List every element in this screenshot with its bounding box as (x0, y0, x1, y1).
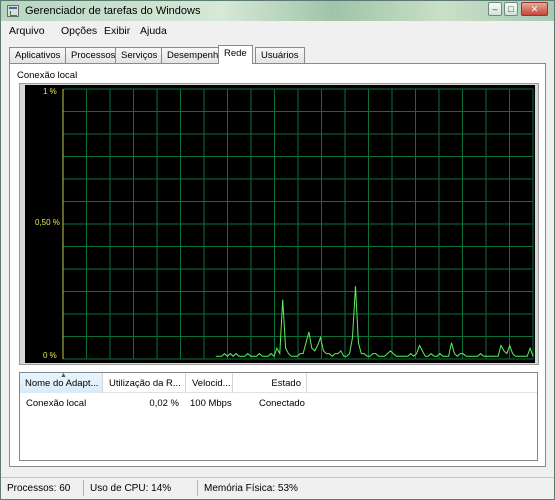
status-memory: Memória Física: 53% (204, 483, 298, 494)
maximize-button[interactable]: □ (504, 2, 518, 16)
status-divider (197, 480, 198, 496)
menu-ajuda[interactable]: Ajuda (140, 25, 167, 37)
column-header-adapter-name[interactable]: ▲ Nome do Adapt... (20, 373, 103, 393)
adapter-state-cell: Conectado (259, 398, 305, 409)
adapter-name-cell: Conexão local (26, 398, 87, 409)
task-manager-icon (7, 5, 19, 17)
tab-servicos[interactable]: Serviços (115, 47, 164, 64)
utilization-series-line (215, 286, 534, 358)
task-manager-window: Gerenciador de tarefas do Windows – □ ✕ … (0, 0, 555, 500)
close-button[interactable]: ✕ (521, 2, 548, 16)
adapter-speed-cell: 100 Mbps (190, 398, 232, 409)
tab-rede[interactable]: Rede (218, 45, 253, 64)
y-axis-label-top: 1 % (43, 87, 57, 96)
status-divider (83, 480, 84, 496)
menu-opcoes[interactable]: Opções (61, 25, 97, 37)
adapter-list[interactable]: ▲ Nome do Adapt... Utilização da R... Ve… (19, 372, 538, 461)
minimize-button[interactable]: – (488, 2, 502, 16)
adapter-list-header: ▲ Nome do Adapt... Utilização da R... Ve… (20, 373, 537, 393)
status-processes: Processos: 60 (7, 483, 71, 494)
y-axis-label-middle: 0,50 % (35, 218, 60, 227)
column-header-state[interactable]: Estado (234, 373, 307, 393)
sort-ascending-icon: ▲ (60, 373, 67, 379)
column-header-adapter-name-label: Nome do Adapt... (25, 378, 99, 389)
network-utilization-chart (62, 88, 534, 360)
status-cpu: Uso de CPU: 14% (90, 483, 172, 494)
status-bar: Processos: 60 Uso de CPU: 14% Memória Fí… (1, 477, 554, 499)
menu-arquivo[interactable]: Arquivo (9, 25, 45, 37)
tab-aplicativos[interactable]: Aplicativos (9, 47, 67, 64)
network-utilization-graph: 1 % 0,50 % 0 % (25, 85, 535, 363)
menu-exibir[interactable]: Exibir (104, 25, 130, 37)
column-header-utilization[interactable]: Utilização da R... (104, 373, 186, 393)
tab-strip: Aplicativos Processos Serviços Desempenh… (9, 45, 549, 64)
column-header-speed[interactable]: Velocid... (187, 373, 233, 393)
window-title: Gerenciador de tarefas do Windows (25, 5, 201, 17)
tab-usuarios[interactable]: Usuários (255, 47, 305, 64)
connection-group-label: Conexão local (17, 70, 78, 81)
menu-bar: Arquivo Opções Exibir Ajuda (1, 22, 554, 40)
y-axis-label-bottom: 0 % (43, 351, 57, 360)
adapter-utilization-cell: 0,02 % (149, 398, 179, 409)
title-bar[interactable]: Gerenciador de tarefas do Windows – □ ✕ (1, 1, 554, 21)
tab-processos[interactable]: Processos (65, 47, 122, 64)
